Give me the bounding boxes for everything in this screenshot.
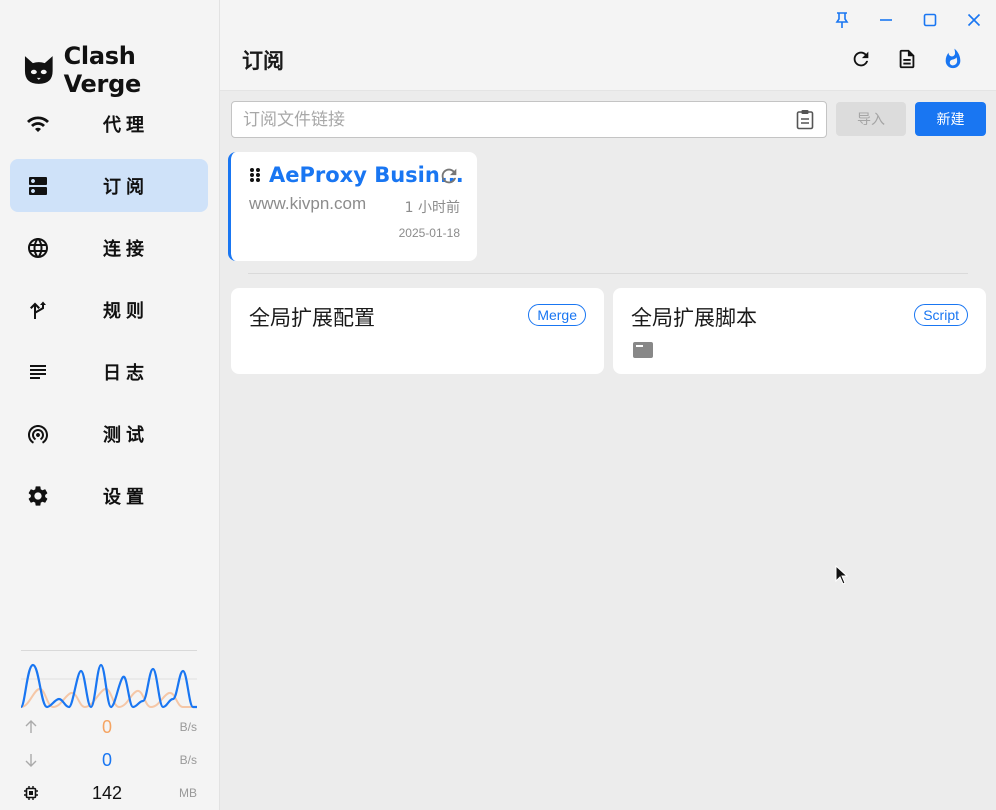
page-title: 订阅	[242, 49, 284, 73]
memory-unit: MB	[179, 786, 197, 800]
sidebar-item-profiles[interactable]: 订阅	[10, 159, 208, 212]
header-actions	[844, 44, 970, 74]
merge-badge: Merge	[528, 304, 586, 326]
maximize-button[interactable]	[908, 0, 952, 40]
sidebar-item-label: 测试	[103, 424, 149, 446]
feed-icon[interactable]	[633, 342, 653, 363]
global-merge-card[interactable]: 全局扩展配置 Merge	[231, 288, 604, 374]
sidebar-item-label: 连接	[103, 238, 149, 260]
app-name: Clash Verge	[63, 42, 142, 98]
memory-usage: 142	[91, 782, 123, 803]
subscription-url-field[interactable]	[231, 101, 827, 138]
sidebar-item-proxy[interactable]: 代理	[10, 97, 208, 150]
dns-icon	[10, 174, 66, 198]
download-speed: 0	[101, 749, 112, 770]
traffic-panel: 0 B/s 0 B/s 142 MB	[21, 650, 197, 803]
reactivate-button[interactable]	[936, 44, 970, 74]
new-profile-button[interactable]: 新建	[915, 102, 986, 136]
refresh-icon	[853, 51, 869, 67]
minimize-button[interactable]	[864, 0, 908, 40]
sidebar-item-rules[interactable]: 规则	[10, 283, 208, 336]
document-icon	[899, 49, 915, 69]
sidebar-item-label: 规则	[103, 300, 149, 322]
arrow-up-icon	[21, 720, 41, 734]
card-title: 全局扩展脚本	[631, 306, 757, 330]
arrow-down-icon	[21, 753, 41, 767]
card-title: 全局扩展配置	[249, 306, 375, 330]
upload-speed: 0	[101, 716, 112, 737]
flame-icon	[945, 48, 961, 69]
cat-logo-icon	[24, 56, 53, 84]
wifi-tethering-icon	[10, 422, 66, 446]
clipboard-icon[interactable]	[796, 109, 814, 135]
sidebar-item-settings[interactable]: 设置	[10, 469, 208, 522]
sidebar-nav: 代理 订阅 连接 规则 日志 测试 设置	[10, 97, 208, 531]
profile-date: 2025-01-18	[398, 226, 460, 240]
app-logo: Clash Verge	[22, 42, 219, 98]
upload-row: 0 B/s	[21, 714, 197, 740]
fork-icon	[10, 298, 66, 322]
profile-host: www.kivpn.com	[249, 194, 367, 213]
subscription-url-input[interactable]	[232, 102, 772, 137]
global-script-card[interactable]: 全局扩展脚本 Script	[613, 288, 986, 374]
profile-name: AeProxy Busin...	[269, 163, 464, 187]
pin-icon	[835, 12, 849, 28]
traffic-graph	[21, 663, 197, 709]
memory-chip-icon	[21, 785, 41, 801]
pin-button[interactable]	[820, 0, 864, 40]
download-row: 0 B/s	[21, 747, 197, 773]
profile-refresh-icon[interactable]	[438, 165, 460, 192]
profile-updated: 1 小时前	[404, 200, 460, 216]
update-all-button[interactable]	[844, 44, 878, 74]
close-icon	[967, 13, 981, 27]
globe-icon	[10, 236, 66, 260]
sidebar-item-label: 订阅	[103, 176, 149, 198]
close-button[interactable]	[952, 0, 996, 40]
upload-unit: B/s	[179, 720, 197, 734]
sidebar-item-label: 设置	[103, 486, 149, 508]
import-button[interactable]: 导入	[836, 102, 906, 136]
maximize-icon	[923, 13, 937, 27]
window-controls	[820, 0, 996, 40]
sidebar-item-label: 日志	[103, 362, 149, 384]
mouse-cursor-icon	[835, 565, 849, 585]
profile-card[interactable]: AeProxy Busin... www.kivpn.com 1 小时前 202…	[228, 152, 477, 261]
script-badge: Script	[914, 304, 968, 326]
sidebar-item-connections[interactable]: 连接	[10, 221, 208, 274]
drag-handle-icon[interactable]	[249, 167, 261, 188]
download-unit: B/s	[179, 753, 197, 767]
sidebar-item-logs[interactable]: 日志	[10, 345, 208, 398]
sidebar-item-label: 代理	[103, 114, 149, 136]
gear-icon	[10, 484, 66, 508]
wifi-icon	[10, 112, 66, 136]
minimize-icon	[880, 19, 892, 21]
sidebar-item-test[interactable]: 测试	[10, 407, 208, 460]
subject-icon	[10, 360, 66, 384]
memory-row: 142 MB	[21, 780, 197, 806]
sidebar: Clash Verge 代理 订阅 连接 规则 日志 测试 设置 0 B/s 0…	[0, 0, 220, 810]
section-divider	[248, 273, 968, 274]
view-config-button[interactable]	[890, 44, 924, 74]
